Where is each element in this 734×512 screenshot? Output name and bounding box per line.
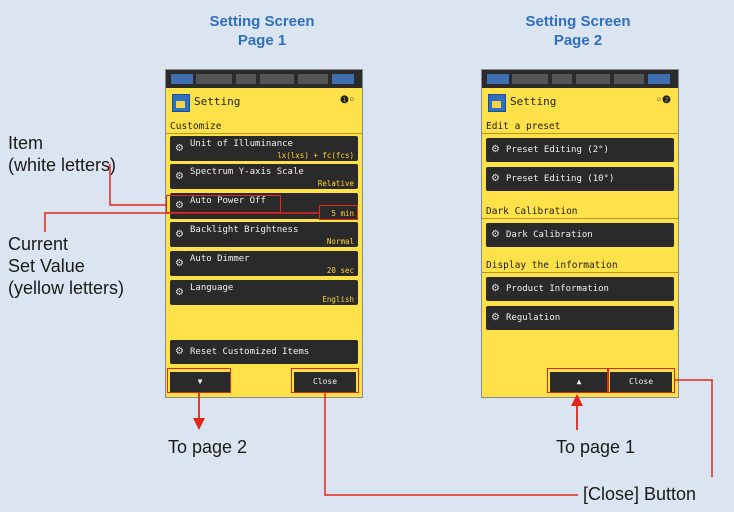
leader-close-2 — [675, 379, 713, 477]
leader-item — [109, 164, 167, 206]
leader-current-value — [44, 212, 319, 232]
leader-close-1 — [324, 393, 578, 496]
arrow-to-page-2-head — [193, 418, 205, 430]
callout-lines — [44, 164, 713, 496]
arrow-to-page-1-head — [571, 394, 583, 406]
